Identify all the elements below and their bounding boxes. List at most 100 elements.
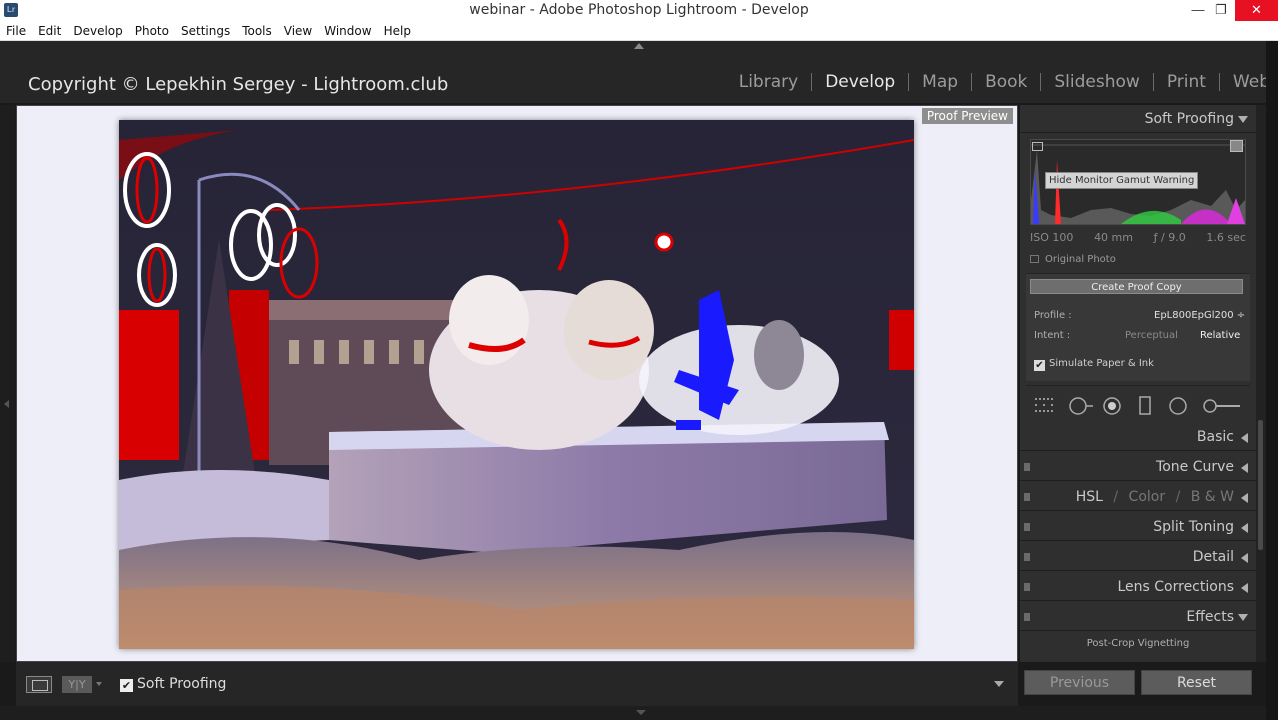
maximize-button[interactable]: ❐ [1206,0,1236,21]
menu-view[interactable]: View [278,21,318,38]
red-eye-icon[interactable] [1102,396,1124,416]
effects-panel-label: Effects [1186,609,1234,625]
scrollbar-thumb[interactable] [1258,420,1263,550]
proof-preview-label: Proof Preview [921,108,1013,124]
module-library[interactable]: Library [726,73,813,91]
detail-panel-header[interactable]: Detail [1020,543,1256,571]
before-after-dropdown-icon[interactable] [96,682,102,686]
spot-removal-icon[interactable] [1068,396,1094,416]
right-panel: Soft Proofing Hide Monitor Gamut Warning… [1020,105,1256,662]
soft-proofing-toggle-label: Soft Proofing [137,676,227,692]
shadow-clipping-icon[interactable] [1032,142,1043,151]
simulate-paper-ink-checkbox[interactable]: ✔ Simulate Paper & Ink [1034,358,1154,371]
right-panel-edge[interactable] [1266,41,1278,720]
expand-icon [1241,463,1248,473]
close-button[interactable]: ✕ [1235,0,1278,21]
original-photo-checkbox[interactable]: Original Photo [1030,254,1116,265]
profile-select[interactable]: EpL800EpGl200 ÷ [1154,310,1245,321]
panel-switch-icon[interactable] [1024,493,1030,501]
crop-overlay-icon[interactable] [1034,396,1056,416]
expand-icon [1241,553,1248,563]
filmstrip-edge[interactable] [0,706,1266,720]
module-print[interactable]: Print [1154,73,1220,91]
profile-label: Profile : [1034,310,1072,321]
original-photo-label: Original Photo [1045,254,1116,265]
checkmark-icon: ✔ [1034,360,1045,371]
menu-file[interactable]: File [0,21,32,38]
detail-panel-label: Detail [1192,549,1234,565]
loupe-view-button[interactable] [26,676,52,693]
graduated-filter-icon[interactable] [1138,396,1152,416]
soft-proofing-header[interactable]: Soft Proofing [1020,105,1256,133]
simulate-paper-ink-label: Simulate Paper & Ink [1049,358,1154,369]
module-picker: Library Develop Map Book Slideshow Print… [726,73,1278,91]
exif-iso: ISO 100 [1030,231,1074,244]
exif-shutter: 1.6 sec [1206,231,1246,244]
lens-corrections-panel-header[interactable]: Lens Corrections [1020,573,1256,601]
bw-tab[interactable]: B & W [1191,489,1234,505]
basic-panel-header[interactable]: Basic [1020,423,1256,451]
toolbar-options-dropdown-icon[interactable] [994,681,1004,687]
soft-proofing-header-label: Soft Proofing [1144,111,1234,127]
module-develop[interactable]: Develop [812,73,910,91]
panel-switch-icon[interactable] [1024,553,1030,561]
window-titlebar: Lr webinar - Adobe Photoshop Lightroom -… [0,0,1278,21]
effects-panel-body: Post-Crop Vignetting [1020,632,1256,662]
menu-develop[interactable]: Develop [67,21,128,38]
panel-switch-icon[interactable] [1024,523,1030,531]
left-panel-edge[interactable] [0,105,15,662]
panel-switch-icon[interactable] [1024,463,1030,471]
panel-switch-icon[interactable] [1024,613,1030,621]
menu-help[interactable]: Help [378,21,417,38]
photo-preview[interactable] [119,120,914,649]
expand-icon [1241,583,1248,593]
tone-curve-panel-header[interactable]: Tone Curve [1020,453,1256,481]
soft-proofing-checkbox[interactable]: ✔ Soft Proofing [120,676,226,692]
adjustment-brush-icon[interactable] [1202,396,1242,416]
menu-photo[interactable]: Photo [129,21,175,38]
expand-left-panel-icon[interactable] [4,400,9,408]
color-tab[interactable]: Color [1129,489,1166,505]
post-crop-vignetting-label: Post-Crop Vignetting [1086,638,1190,649]
menu-tools[interactable]: Tools [236,21,278,38]
hsl-panel-header[interactable]: HSL / Color / B & W [1020,483,1256,511]
radial-filter-icon[interactable] [1168,396,1190,416]
collapse-top-panel-icon[interactable] [634,43,644,49]
intent-perceptual-option[interactable]: Perceptual [1125,330,1178,341]
expand-icon [1241,433,1248,443]
tab-separator: / [1113,489,1119,505]
tone-curve-panel-label: Tone Curve [1156,459,1234,475]
previous-button[interactable]: Previous [1024,670,1135,695]
loupe-view: Proof Preview [16,105,1018,662]
menu-settings[interactable]: Settings [175,21,236,38]
soft-proofing-controls: Create Proof Copy Profile : EpL800EpGl20… [1026,273,1250,381]
monitor-gamut-warning-icon[interactable] [1230,140,1243,152]
exif-aperture: ƒ / 9.0 [1153,231,1186,244]
reset-button[interactable]: Reset [1141,670,1252,695]
module-map[interactable]: Map [909,73,973,91]
create-proof-copy-button[interactable]: Create Proof Copy [1030,279,1243,294]
split-toning-panel-header[interactable]: Split Toning [1020,513,1256,541]
module-header: Copyright © Lepekhin Sergey - Lightroom.… [0,41,1278,103]
gamut-warning-tooltip: Hide Monitor Gamut Warning [1045,172,1199,189]
right-panel-scrollbar[interactable] [1256,105,1266,662]
module-book[interactable]: Book [972,73,1042,91]
effects-panel-header[interactable]: Effects [1020,603,1256,631]
basic-panel-label: Basic [1196,429,1234,445]
panel-switch-icon[interactable] [1024,583,1030,591]
split-toning-panel-label: Split Toning [1153,519,1234,535]
expand-icon [1241,493,1248,503]
menu-bar: File Edit Develop Photo Settings Tools View Win… [0,21,1278,41]
before-after-button[interactable]: Y|Y [62,676,92,693]
intent-relative-option[interactable]: Relative [1200,330,1240,341]
identity-plate[interactable]: Copyright © Lepekhin Sergey - Lightroom.… [28,74,448,95]
expand-filmstrip-icon[interactable] [636,710,646,715]
menu-window[interactable]: Window [318,21,377,38]
hsl-tabs: HSL / Color / B & W [1076,489,1234,505]
module-slideshow[interactable]: Slideshow [1041,73,1154,91]
hsl-tab[interactable]: HSL [1076,489,1103,505]
bottom-toolbar: Y|Y ✔ Soft Proofing [16,662,1018,706]
panel-collapse-icon [1238,116,1248,123]
tab-separator: / [1175,489,1181,505]
menu-edit[interactable]: Edit [32,21,67,38]
